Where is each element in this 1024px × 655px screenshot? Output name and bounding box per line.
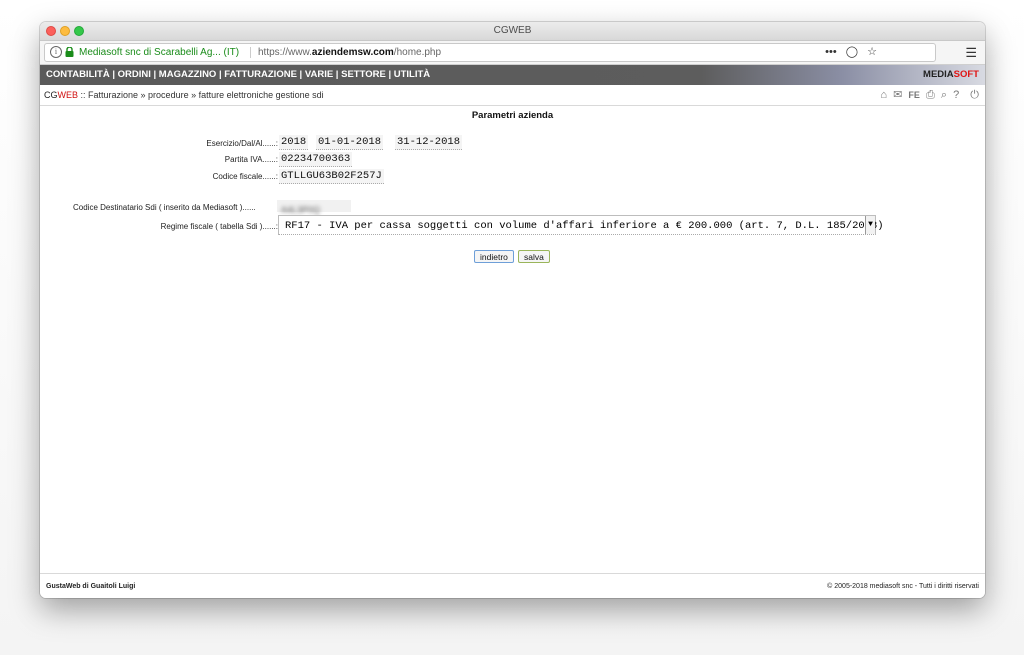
esercizio-to-field[interactable]: 31-12-2018 — [395, 135, 463, 150]
main-menu-bar: CONTABILITÀ | ORDINI | MAGAZZINO | FATTU… — [40, 65, 985, 85]
toolbar-icons: ⌂ ✉ FE ⎙ ⌕ ? ⏻ — [877, 88, 979, 102]
info-icon[interactable]: i — [50, 46, 62, 58]
lock-icon — [65, 47, 74, 57]
back-button[interactable]: indietro — [474, 250, 514, 263]
hamburger-menu-icon[interactable]: ☰ — [965, 45, 977, 61]
address-bar[interactable]: i Mediasoft snc di Scarabelli Ag... (IT)… — [44, 43, 936, 62]
codice-destinatario-field: A4L3P0Q — [277, 200, 351, 215]
window-titlebar: CGWEB — [40, 22, 985, 41]
mediasoft-logo: MEDIASOFT — [923, 69, 979, 80]
chevron-down-icon[interactable]: ▼ — [865, 216, 875, 234]
partita-iva-label: Partita IVA......: — [224, 155, 278, 164]
power-icon[interactable]: ⏻ — [970, 89, 979, 101]
regime-fiscale-label: Regime fiscale ( tabella Sdi )......: — [160, 222, 278, 231]
breadcrumb: CGWEB :: Fatturazione » procedure » fatt… — [44, 90, 324, 100]
more-actions-icon[interactable]: ••• — [825, 46, 837, 58]
footer-author: GustaWeb di Guaitoli Luigi — [46, 583, 136, 590]
page-footer: GustaWeb di Guaitoli Luigi © 2005-2018 m… — [40, 573, 985, 598]
mail-icon[interactable]: ✉ — [893, 89, 902, 101]
bookmark-star-icon[interactable]: ☆ — [867, 46, 877, 58]
esercizio-label: Esercizio/Dal/Al......: — [206, 139, 278, 148]
footer-copyright: © 2005-2018 mediasoft snc - Tutti i diri… — [827, 583, 979, 590]
site-identity[interactable]: Mediasoft snc di Scarabelli Ag... (IT) — [79, 44, 239, 61]
help-icon[interactable]: ? — [953, 89, 959, 101]
window-title: CGWEB — [493, 25, 532, 36]
browser-toolbar: i Mediasoft snc di Scarabelli Ag... (IT)… — [40, 41, 985, 65]
codice-destinatario-label: Codice Destinatario Sdi ( inserito da Me… — [73, 203, 256, 212]
regime-fiscale-value: RF17 - IVA per cassa soggetti con volume… — [285, 220, 884, 232]
url-text[interactable]: https://www.aziendemsw.com/home.php — [258, 44, 441, 61]
page-actions[interactable]: ••• ◯ ☆ — [825, 44, 877, 61]
pocket-icon[interactable]: ◯ — [846, 46, 858, 58]
esercizio-from-field[interactable]: 01-01-2018 — [316, 135, 384, 150]
search-icon[interactable]: ⌕ — [941, 89, 947, 101]
page-title: Parametri azienda — [471, 110, 554, 121]
breadcrumb-bar: CGWEB :: Fatturazione » procedure » fatt… — [40, 85, 985, 106]
esercizio-year-field[interactable]: 2018 — [279, 135, 309, 150]
save-button[interactable]: salva — [518, 250, 550, 263]
url-separator — [250, 47, 251, 58]
codice-fiscale-field[interactable]: GTLLGU63B02F257J — [279, 169, 384, 184]
fe-button[interactable]: FE — [908, 90, 920, 100]
home-icon[interactable]: ⌂ — [880, 89, 887, 101]
browser-window: CGWEB i Mediasoft snc di Scarabelli Ag..… — [40, 22, 985, 598]
print-icon[interactable]: ⎙ — [926, 89, 935, 101]
regime-fiscale-select[interactable]: RF17 - IVA per cassa soggetti con volume… — [278, 215, 884, 235]
main-menu-items[interactable]: CONTABILITÀ | ORDINI | MAGAZZINO | FATTU… — [46, 69, 430, 80]
partita-iva-field[interactable]: 02234700363 — [279, 152, 353, 167]
codice-fiscale-label: Codice fiscale......: — [212, 172, 278, 181]
